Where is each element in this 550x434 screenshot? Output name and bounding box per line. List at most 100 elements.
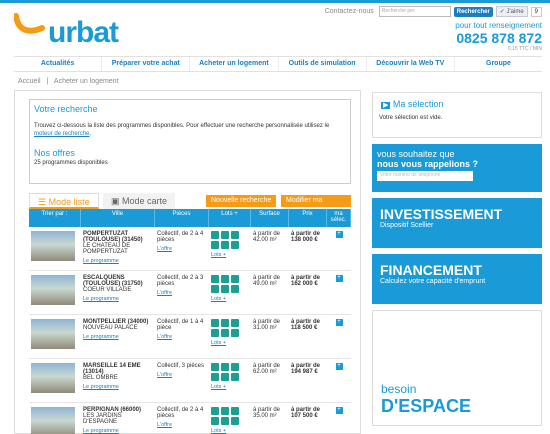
- column-surface[interactable]: Surface: [251, 209, 289, 227]
- program-thumbnail[interactable]: [29, 319, 81, 358]
- list-icon: ☰: [38, 197, 49, 207]
- add-selection-icon[interactable]: +: [327, 363, 351, 402]
- lot-icon[interactable]: [221, 231, 229, 239]
- breadcrumb-separator: |: [46, 78, 49, 85]
- column-prix[interactable]: Prix: [289, 209, 327, 227]
- lot-icon[interactable]: [211, 417, 219, 425]
- site-logo[interactable]: urbat: [13, 10, 134, 50]
- nav-actualites[interactable]: Actualités: [14, 57, 103, 71]
- promo-financement-title: FINANCEMENT: [380, 262, 482, 278]
- lot-icon[interactable]: [231, 231, 239, 239]
- offres-title: Nos offres: [34, 148, 75, 158]
- modify-search-button[interactable]: Modifier ma recherche: [281, 195, 351, 216]
- program-price: à partir de 162 000 €: [291, 275, 321, 287]
- offer-link[interactable]: L'offre: [157, 372, 207, 378]
- program-thumbnail[interactable]: [29, 275, 81, 314]
- column-lots[interactable]: Lots +: [209, 209, 251, 227]
- lot-icon[interactable]: [231, 275, 239, 283]
- search-button[interactable]: Rechercher: [453, 6, 493, 17]
- lot-icon[interactable]: [231, 241, 239, 249]
- program-thumbnail[interactable]: [29, 363, 81, 402]
- lots-link[interactable]: Lots +: [211, 252, 249, 258]
- lot-icon[interactable]: [211, 285, 219, 293]
- new-search-button[interactable]: Nouvelle recherche: [206, 195, 277, 207]
- tab-list-mode[interactable]: ☰ Mode liste: [29, 193, 99, 209]
- lot-icon[interactable]: [231, 319, 239, 327]
- program-link[interactable]: Le programme: [83, 258, 153, 264]
- search-summary: Votre recherche Trouvez ci-dessous la li…: [29, 99, 351, 184]
- lot-icon[interactable]: [211, 373, 219, 381]
- lot-icon[interactable]: [231, 373, 239, 381]
- add-selection-icon[interactable]: +: [327, 275, 351, 314]
- offer-link[interactable]: L'offre: [157, 290, 207, 296]
- lot-icon[interactable]: [211, 329, 219, 337]
- search-input[interactable]: Recherche per: [378, 6, 451, 17]
- breadcrumb-home[interactable]: Accueil: [18, 78, 41, 85]
- program-pieces: Collectif, de 2 à 4 pièces L'offre: [155, 231, 209, 270]
- lots-link[interactable]: Lots +: [211, 428, 249, 434]
- add-selection-icon[interactable]: +: [327, 319, 351, 358]
- lot-icon[interactable]: [231, 417, 239, 425]
- like-button[interactable]: ✓ J'aime: [495, 6, 528, 17]
- tab-map-mode[interactable]: ▣ Mode carte: [103, 193, 176, 209]
- program-link[interactable]: Le programme: [83, 428, 153, 434]
- program-thumbnail[interactable]: [29, 407, 81, 434]
- lot-icon[interactable]: [221, 373, 229, 381]
- add-selection-icon[interactable]: +: [327, 231, 351, 270]
- nav-web-tv[interactable]: Découvrir la Web TV: [367, 57, 455, 71]
- promo-besoin-espace[interactable]: besoin D'ESPACE: [372, 310, 542, 426]
- lot-icon[interactable]: [221, 285, 229, 293]
- callback-phone-input[interactable]: Votre numéro de téléphone: [377, 171, 473, 181]
- program-ville: MARSEILLE 14 EME (13014) BEL OMBRE Le pr…: [81, 363, 155, 402]
- lot-icon[interactable]: [221, 319, 229, 327]
- lot-icon[interactable]: [221, 241, 229, 249]
- lots-icons: [211, 407, 249, 425]
- lot-icon[interactable]: [231, 407, 239, 415]
- program-link[interactable]: Le programme: [83, 296, 153, 302]
- lots-icons: [211, 319, 249, 337]
- lot-icon[interactable]: [221, 329, 229, 337]
- promo-investissement[interactable]: INVESTISSEMENT Dispositif Scellier: [372, 198, 542, 248]
- program-name: NOUVEAU PALACE: [83, 325, 138, 331]
- callback-subtitle: nous vous rappelions ?: [377, 159, 479, 169]
- lot-icon[interactable]: [211, 275, 219, 283]
- lot-icon[interactable]: [221, 417, 229, 425]
- nav-acheter-logement[interactable]: Acheter un logement: [190, 57, 279, 71]
- nav-groupe[interactable]: Groupe: [455, 57, 542, 71]
- column-pieces[interactable]: Pièces: [155, 209, 209, 227]
- offer-link[interactable]: L'offre: [157, 246, 207, 252]
- offer-link[interactable]: L'offre: [157, 334, 207, 340]
- program-lots: Lots +: [209, 407, 251, 434]
- lots-link[interactable]: Lots +: [211, 296, 249, 302]
- nav-preparer-achat[interactable]: Préparer votre achat: [102, 57, 191, 71]
- lot-icon[interactable]: [231, 285, 239, 293]
- lots-link[interactable]: Lots +: [211, 384, 249, 390]
- lot-icon[interactable]: [221, 275, 229, 283]
- lot-icon[interactable]: [211, 363, 219, 371]
- lot-icon[interactable]: [211, 241, 219, 249]
- program-lots: Lots +: [209, 319, 251, 358]
- program-name: BEL OMBRE: [83, 375, 118, 381]
- nav-outils-simulation[interactable]: Outils de simulation: [279, 57, 367, 71]
- lots-link[interactable]: Lots +: [211, 340, 249, 346]
- program-link[interactable]: Le programme: [83, 334, 153, 340]
- program-link[interactable]: Le programme: [83, 384, 153, 390]
- add-selection-icon[interactable]: +: [327, 407, 351, 434]
- lot-icon[interactable]: [221, 407, 229, 415]
- lots-icons: [211, 231, 249, 249]
- lot-icon[interactable]: [211, 407, 219, 415]
- lot-icon[interactable]: [231, 329, 239, 337]
- promo-financement[interactable]: FINANCEMENT Calculez votre capacité d'em…: [372, 254, 542, 304]
- lot-icon[interactable]: [231, 363, 239, 371]
- search-engine-link[interactable]: moteur de recherche: [34, 131, 89, 137]
- column-ville[interactable]: Ville: [81, 209, 155, 227]
- program-thumbnail[interactable]: [29, 231, 81, 270]
- program-pieces: Collectif, de 2 à 3 pièces L'offre: [155, 275, 209, 314]
- program-surface: à partir de 31.00 m²: [253, 319, 281, 331]
- lot-icon[interactable]: [221, 363, 229, 371]
- contact-link[interactable]: Contactez-nous: [325, 8, 374, 15]
- lot-icon[interactable]: [211, 231, 219, 239]
- offer-link[interactable]: L'offre: [157, 422, 207, 428]
- lot-icon[interactable]: [211, 319, 219, 327]
- main-nav: Actualités Préparer votre achat Acheter …: [14, 56, 542, 72]
